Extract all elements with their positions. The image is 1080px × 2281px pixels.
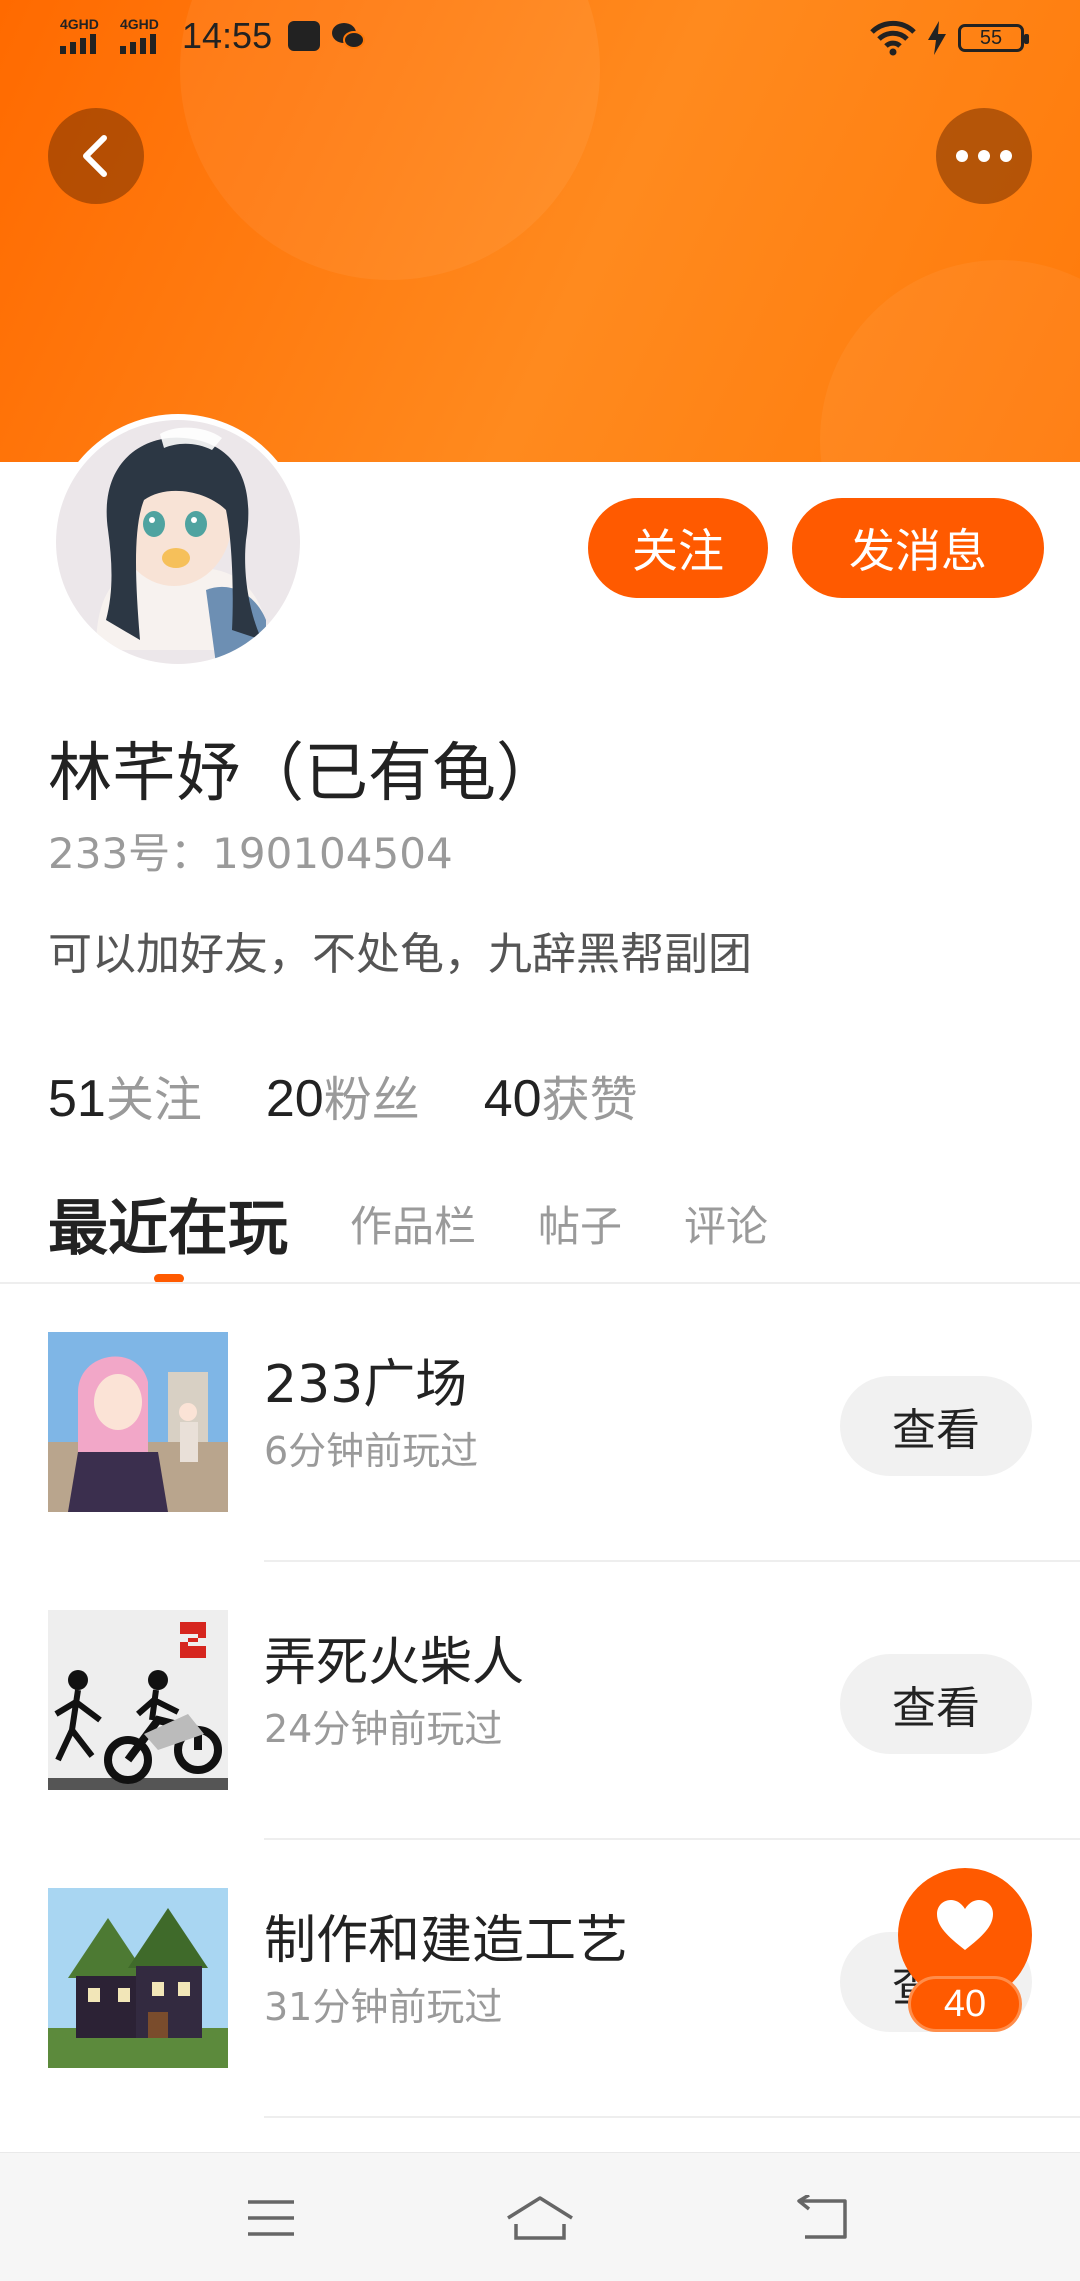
stat-number: 40 [483, 1070, 542, 1128]
view-button[interactable]: 查看 [840, 1376, 1032, 1476]
game-title: 制作和建造工艺 [264, 1911, 629, 1971]
avatar[interactable] [50, 414, 306, 670]
stat-number: 51 [48, 1070, 106, 1128]
stat-likes[interactable]: 40获赞 [484, 1060, 638, 1130]
stat-number: 20 [265, 1070, 324, 1128]
clock: 14:55 [182, 15, 273, 56]
back-nav-button[interactable] [778, 2193, 868, 2243]
stat-label: 关注 [105, 1072, 202, 1128]
banner-decoration [820, 260, 1080, 462]
tab-posts[interactable]: 帖子 [538, 1193, 622, 1254]
last-played-time: 6分钟前玩过 [264, 1429, 479, 1473]
notification-icon [288, 21, 321, 51]
user-bio: 可以加好友，不处龟，九辞黑帮副团 [48, 929, 752, 980]
tab-comments[interactable]: 评论 [684, 1193, 768, 1254]
list-item[interactable]: 233广场 6分钟前玩过 查看 [0, 1284, 1080, 1562]
divider [264, 2116, 1080, 2118]
stat-following[interactable]: 51关注 [48, 1060, 202, 1130]
view-button[interactable]: 查看 [840, 1654, 1032, 1754]
game-thumbnail [48, 1610, 228, 1790]
more-dots-icon [956, 150, 1012, 162]
status-bar: 4GHD 4GHD 14:55 55 [0, 0, 1080, 84]
home-icon [507, 2196, 573, 2240]
avatar-image [56, 420, 300, 664]
game-title: 弄死火柴人 [264, 1633, 525, 1693]
list-item[interactable]: 弄死火柴人 24分钟前玩过 查看 [0, 1562, 1080, 1840]
follow-button[interactable]: 关注 [588, 498, 768, 598]
battery-level: 55 [979, 26, 1003, 49]
wechat-icon [332, 23, 366, 49]
back-icon [797, 2195, 847, 2239]
tab-recently-played[interactable]: 最近在玩 [48, 1180, 288, 1267]
system-nav-bar [0, 2152, 1080, 2281]
stat-label: 获赞 [541, 1072, 638, 1128]
heart-icon [937, 1900, 993, 1950]
chevron-left-icon [83, 135, 107, 177]
more-button[interactable] [936, 108, 1032, 204]
back-button[interactable] [48, 108, 144, 204]
like-count-badge: 40 [908, 1976, 1022, 2032]
user-id: 233号：190104504 [48, 829, 453, 878]
charging-icon [928, 21, 946, 55]
last-played-time: 24分钟前玩过 [264, 1707, 503, 1751]
stat-label: 粉丝 [323, 1072, 420, 1128]
signal-icon: 4GHD [118, 14, 168, 58]
tab-works[interactable]: 作品栏 [350, 1193, 476, 1254]
battery-icon: 55 [958, 24, 1029, 52]
last-played-time: 31分钟前玩过 [264, 1985, 503, 2029]
game-title: 233广场 [264, 1355, 468, 1415]
home-button[interactable] [495, 2193, 585, 2243]
signal-label: 4GHD [60, 16, 99, 32]
menu-icon [248, 2200, 294, 2236]
menu-button[interactable] [226, 2193, 316, 2243]
stat-fans[interactable]: 20粉丝 [266, 1060, 420, 1130]
send-message-button[interactable]: 发消息 [792, 498, 1044, 598]
signal-label: 4GHD [120, 16, 159, 32]
game-thumbnail [48, 1332, 228, 1512]
profile-tabs: 最近在玩 作品栏 帖子 评论 [48, 1180, 768, 1267]
game-thumbnail [48, 1888, 228, 2068]
wifi-icon [870, 20, 916, 56]
signal-icon: 4GHD [58, 14, 108, 58]
user-name: 林芊妤（已有龟） [48, 737, 560, 811]
profile-stats: 51关注 20粉丝 40获赞 [48, 1060, 638, 1130]
